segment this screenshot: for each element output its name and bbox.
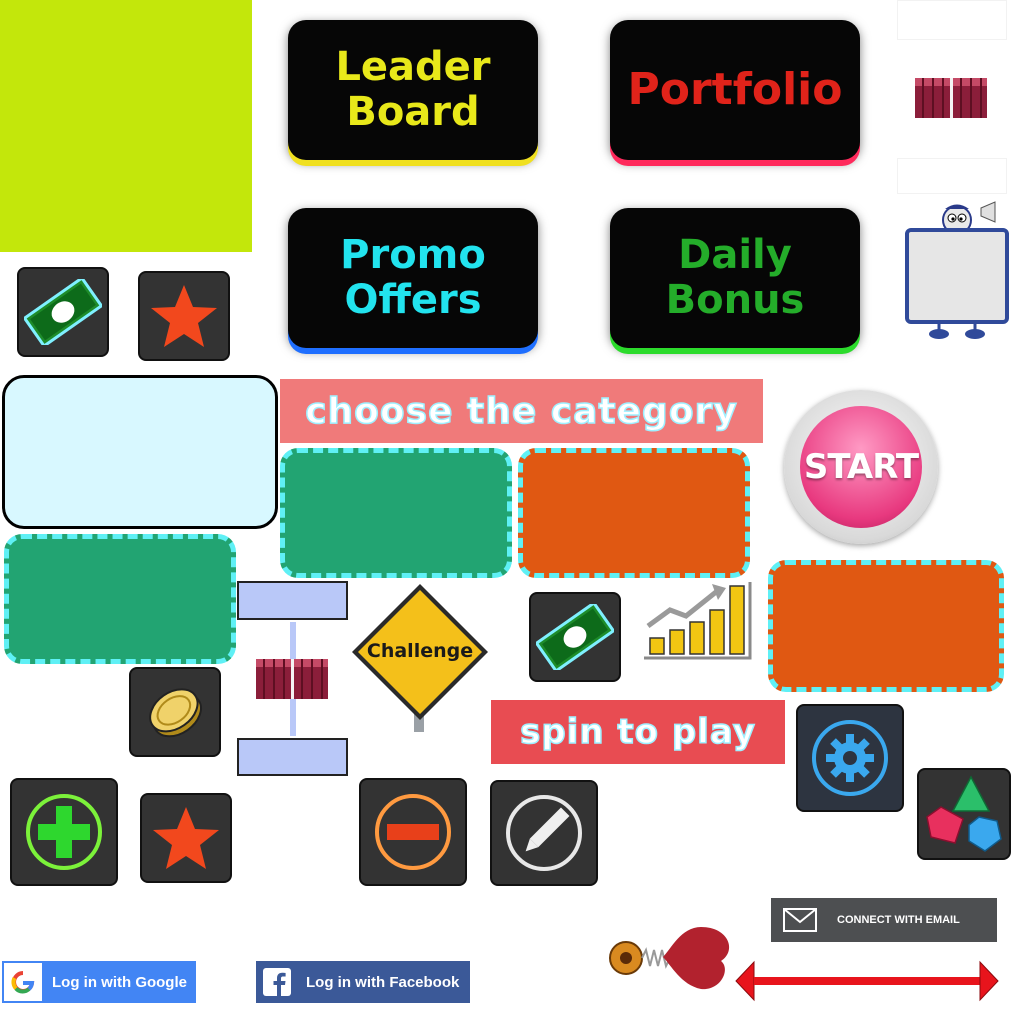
portfolio-button[interactable]: Portfolio [610,20,860,160]
promo-offers-button[interactable]: Promo Offers [288,208,538,348]
slider-handle[interactable] [254,657,330,701]
money-icon [536,604,614,670]
gems-icon [926,775,1002,852]
gems-tile[interactable] [917,768,1011,860]
gear-icon [812,720,888,796]
coin-icon [149,688,202,738]
mascot-icon [903,200,1011,342]
star-tile[interactable] [138,271,230,361]
spin-to-play-text: spin to play [519,711,756,753]
star-tile-2[interactable] [140,793,232,883]
edit-button[interactable] [490,780,598,886]
remove-button[interactable] [359,778,467,886]
category-slot-orange-2[interactable] [768,560,1004,692]
leader-board-line2: Board [346,89,480,135]
money-tile-2[interactable] [529,592,621,682]
facebook-icon [258,963,296,1001]
minus-icon [375,794,451,870]
start-button-face: START [800,406,922,528]
category-slot-orange-1[interactable] [518,448,750,578]
daily-bonus-button[interactable]: Daily Bonus [610,208,860,348]
daily-bonus-line2: Bonus [665,277,805,323]
daily-bonus-line1: Daily [678,232,792,279]
settings-button[interactable] [796,704,904,812]
plus-icon [26,794,102,870]
leader-board-line1: Leader [335,44,491,91]
email-icon [783,908,817,932]
category-slot-green-2[interactable] [4,534,236,664]
info-box [2,375,278,529]
promo-offers-line2: Offers [344,277,482,323]
red-arrow-line [734,960,1000,1002]
star-icon [151,285,217,347]
challenge-sign[interactable]: Challenge [348,580,492,732]
connect-email-button[interactable]: CONNECT WITH EMAIL [771,898,997,942]
leader-board-button[interactable]: Leader Board [288,20,538,160]
add-button[interactable] [10,778,118,886]
slider-cap-top [237,581,348,620]
coin-tile[interactable] [129,667,221,757]
slider-cap-bottom [237,738,348,776]
facebook-login-label: Log in with Facebook [306,973,460,991]
money-tile[interactable] [17,267,109,357]
faint-frame-mid [897,158,1007,194]
pencil-icon [506,795,582,871]
star-icon [153,807,219,869]
promo-offers-line1: Promo [340,232,486,279]
google-login-label: Log in with Google [52,973,187,991]
challenge-label: Challenge [366,640,474,662]
lime-panel [0,0,252,252]
facebook-login-button[interactable]: Log in with Facebook [256,961,470,1003]
spin-to-play-banner: spin to play [491,700,785,764]
heart-spring-icon [608,918,738,998]
google-icon [4,963,42,1001]
money-icon [24,279,102,345]
google-login-button[interactable]: Log in with Google [2,961,196,1003]
scroll-handle-top[interactable] [913,76,989,120]
growth-chart-icon [640,580,754,660]
choose-category-text: choose the category [304,390,738,433]
choose-category-banner: choose the category [280,379,763,443]
category-slot-green-1[interactable] [280,448,512,578]
portfolio-label: Portfolio [627,64,843,116]
start-button[interactable]: START [784,390,938,544]
faint-frame-top [897,0,1007,40]
start-label: START [803,447,919,487]
connect-email-label: CONNECT WITH EMAIL [837,914,960,926]
